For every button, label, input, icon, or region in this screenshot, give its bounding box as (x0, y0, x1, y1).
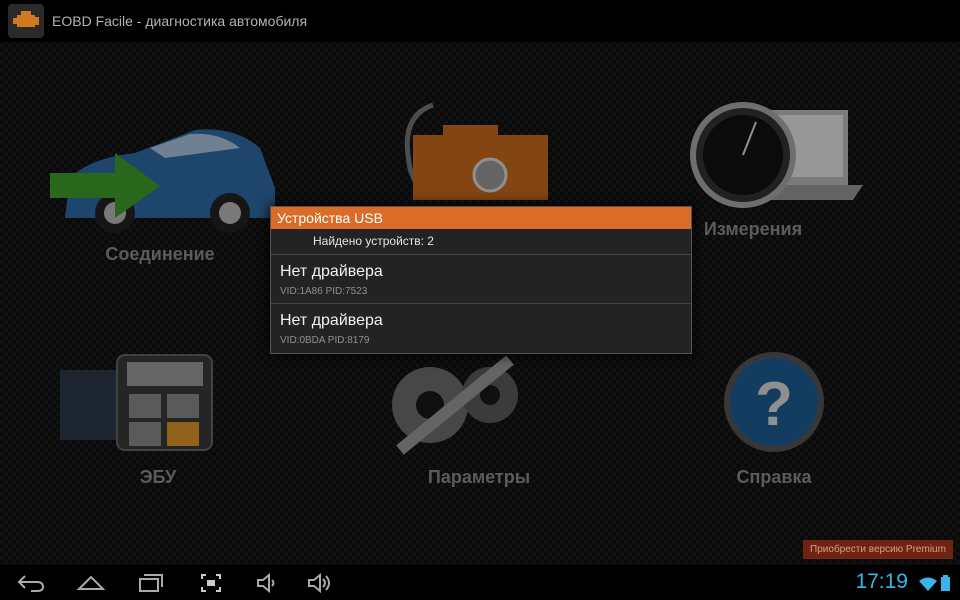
device-ids: VID:0BDA PID:8179 (280, 335, 370, 346)
volume-down-icon[interactable] (252, 570, 282, 596)
screenshot-icon[interactable] (196, 570, 226, 596)
back-icon[interactable] (16, 570, 46, 596)
dialog-title: Устройства USB (271, 207, 691, 229)
device-list-item[interactable]: Нет драйвера VID:1A86 PID:7523 (271, 255, 691, 304)
usb-devices-dialog: Устройства USB Найдено устройств: 2 Нет … (270, 206, 692, 354)
device-ids: VID:1A86 PID:7523 (280, 286, 368, 297)
wifi-icon (919, 577, 937, 591)
device-list-item[interactable]: Нет драйвера VID:0BDA PID:8179 (271, 304, 691, 352)
engine-app-icon (8, 4, 44, 38)
device-name: Нет драйвера (280, 263, 383, 280)
system-nav-bar: 17:19 (0, 565, 960, 600)
home-icon[interactable] (76, 570, 106, 596)
recent-apps-icon[interactable] (136, 570, 166, 596)
battery-icon (941, 575, 950, 591)
status-icons (919, 575, 950, 591)
buy-premium-button[interactable]: Приобрести версию Premium (803, 540, 953, 559)
status-clock: 17:19 (855, 570, 908, 593)
window-title: EOBD Facile - диагностика автомобиля (52, 13, 308, 29)
volume-up-icon[interactable] (304, 570, 334, 596)
devices-found-count: Найдено устройств: 2 (271, 229, 691, 255)
device-name: Нет драйвера (280, 312, 383, 329)
title-bar: EOBD Facile - диагностика автомобиля (0, 0, 960, 42)
